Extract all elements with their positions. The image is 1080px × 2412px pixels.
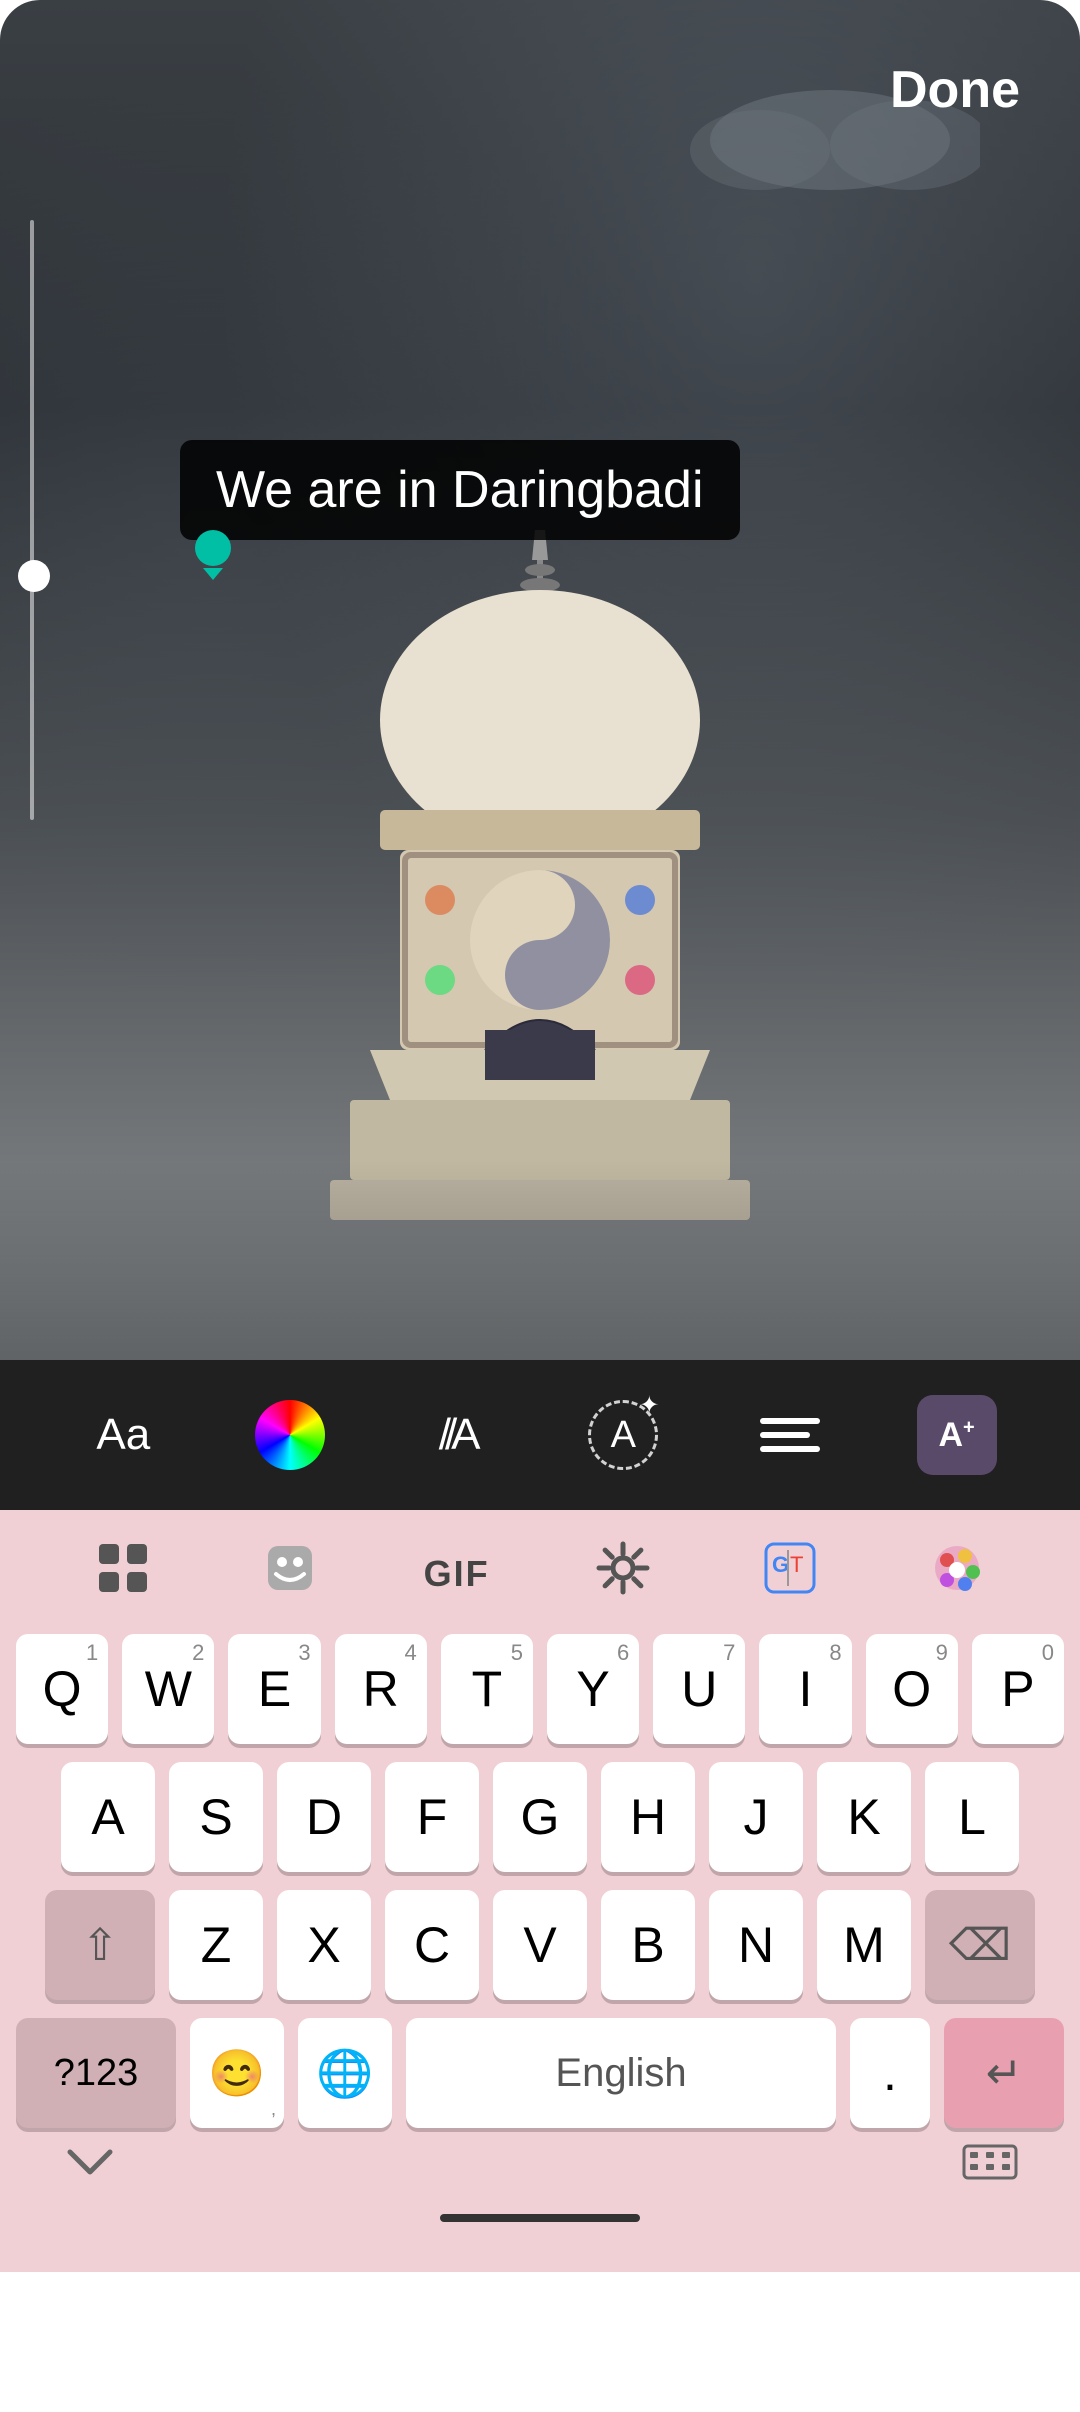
size-slider-handle[interactable]	[18, 560, 50, 592]
grid-icon	[95, 1540, 151, 1608]
key-e[interactable]: 3E	[228, 1634, 320, 1744]
emoji-icon: 😊	[208, 2046, 265, 2101]
keyboard-row-2: A S D F G H J K L	[16, 1762, 1064, 1872]
keyboard-bottom-row: ?123 😊 , 🌐 English . ↵	[16, 2018, 1064, 2128]
background-stupa	[290, 520, 790, 1220]
delete-key[interactable]: ⌫	[925, 1890, 1035, 2000]
key-u[interactable]: 7U	[653, 1634, 745, 1744]
key-l[interactable]: L	[925, 1762, 1019, 1872]
collapse-keyboard-button[interactable]	[60, 2142, 120, 2187]
space-key[interactable]: English	[406, 2018, 836, 2128]
magic-text-button[interactable]: A+	[912, 1390, 1002, 1480]
keyboard-tools-row: GIF G T	[0, 1510, 1080, 1634]
text-style-circle: A ✦	[588, 1400, 658, 1470]
photo-gradient-overlay	[0, 1160, 1080, 1360]
home-bar-area	[0, 2132, 1080, 2252]
shift-key[interactable]: ⇧	[45, 1890, 155, 2000]
key-q[interactable]: 1Q	[16, 1634, 108, 1744]
keyboard-container: GIF G T	[0, 1510, 1080, 2272]
period-label: .	[883, 2044, 897, 2102]
left-slider-track	[30, 220, 34, 820]
text-overlay[interactable]: We are in Daringbadi	[180, 440, 740, 540]
translate-icon: G T	[762, 1540, 818, 1608]
numeric-label: ?123	[54, 2052, 139, 2095]
key-n[interactable]: N	[709, 1890, 803, 2000]
keyboard-translate-button[interactable]: G T	[745, 1534, 835, 1614]
key-y[interactable]: 6Y	[547, 1634, 639, 1744]
key-p[interactable]: 0P	[972, 1634, 1064, 1744]
keyboard-rows: 1Q 2W 3E 4R 5T 6Y 7U 8I 9O 0P A S D F G …	[0, 1634, 1080, 2128]
delete-icon: ⌫	[949, 1920, 1011, 1971]
svg-text:G: G	[772, 1552, 789, 1577]
emoji-key[interactable]: 😊 ,	[190, 2018, 284, 2128]
keyboard-row-1: 1Q 2W 3E 4R 5T 6Y 7U 8I 9O 0P	[16, 1634, 1064, 1744]
keyboard-type-button[interactable]	[960, 2142, 1020, 2187]
globe-icon: 🌐	[316, 2046, 373, 2101]
key-o[interactable]: 9O	[866, 1634, 958, 1744]
font-size-button[interactable]: Aa	[78, 1390, 168, 1480]
slash-font-icon: //A	[439, 1410, 475, 1460]
sticker-icon	[262, 1540, 318, 1608]
keyboard-row-3: ⇧ Z X C V B N M ⌫	[16, 1890, 1064, 2000]
magic-label: A+	[938, 1416, 974, 1455]
keyboard-settings-button[interactable]	[578, 1534, 668, 1614]
numeric-key[interactable]: ?123	[16, 2018, 176, 2128]
text-style-icon: A	[611, 1414, 636, 1457]
done-button[interactable]: Done	[890, 60, 1020, 120]
color-picker-button[interactable]	[245, 1390, 335, 1480]
key-c[interactable]: C	[385, 1890, 479, 2000]
align-icon	[760, 1418, 820, 1452]
key-m[interactable]: M	[817, 1890, 911, 2000]
photo-editor-canvas[interactable]: Done	[0, 0, 1080, 1360]
svg-text:T: T	[790, 1552, 803, 1577]
key-t[interactable]: 5T	[441, 1634, 533, 1744]
key-k[interactable]: K	[817, 1762, 911, 1872]
color-cursor	[195, 530, 231, 580]
home-indicator	[440, 2214, 640, 2222]
font-style-button[interactable]: //A	[412, 1390, 502, 1480]
globe-key[interactable]: 🌐	[298, 2018, 392, 2128]
text-align-button[interactable]	[745, 1390, 835, 1480]
shift-icon: ⇧	[82, 1920, 119, 1971]
period-key[interactable]: .	[850, 2018, 930, 2128]
key-w[interactable]: 2W	[122, 1634, 214, 1744]
return-icon: ↵	[986, 2048, 1023, 2099]
key-x[interactable]: X	[277, 1890, 371, 2000]
key-b[interactable]: B	[601, 1890, 695, 2000]
text-style-star: ✦	[639, 1391, 659, 1420]
text-toolbar: Aa //A A ✦ A+	[0, 1360, 1080, 1510]
settings-icon	[595, 1540, 651, 1608]
magic-icon: A+	[917, 1395, 997, 1475]
keyboard-palette-button[interactable]	[912, 1534, 1002, 1614]
aa-label: Aa	[96, 1410, 150, 1460]
key-v[interactable]: V	[493, 1890, 587, 2000]
key-s[interactable]: S	[169, 1762, 263, 1872]
key-j[interactable]: J	[709, 1762, 803, 1872]
keyboard-grid-button[interactable]	[78, 1534, 168, 1614]
key-a[interactable]: A	[61, 1762, 155, 1872]
key-d[interactable]: D	[277, 1762, 371, 1872]
key-z[interactable]: Z	[169, 1890, 263, 2000]
gif-icon: GIF	[424, 1553, 490, 1595]
key-f[interactable]: F	[385, 1762, 479, 1872]
keyboard-sticker-button[interactable]	[245, 1534, 335, 1614]
key-i[interactable]: 8I	[759, 1634, 851, 1744]
return-key[interactable]: ↵	[944, 2018, 1064, 2128]
key-h[interactable]: H	[601, 1762, 695, 1872]
text-style-button[interactable]: A ✦	[578, 1390, 668, 1480]
keyboard-gif-button[interactable]: GIF	[412, 1534, 502, 1614]
comma-label: ,	[271, 2099, 276, 2120]
palette-icon	[929, 1540, 985, 1608]
space-label: English	[555, 2051, 686, 2096]
color-wheel-icon	[255, 1400, 325, 1470]
key-g[interactable]: G	[493, 1762, 587, 1872]
key-r[interactable]: 4R	[335, 1634, 427, 1744]
